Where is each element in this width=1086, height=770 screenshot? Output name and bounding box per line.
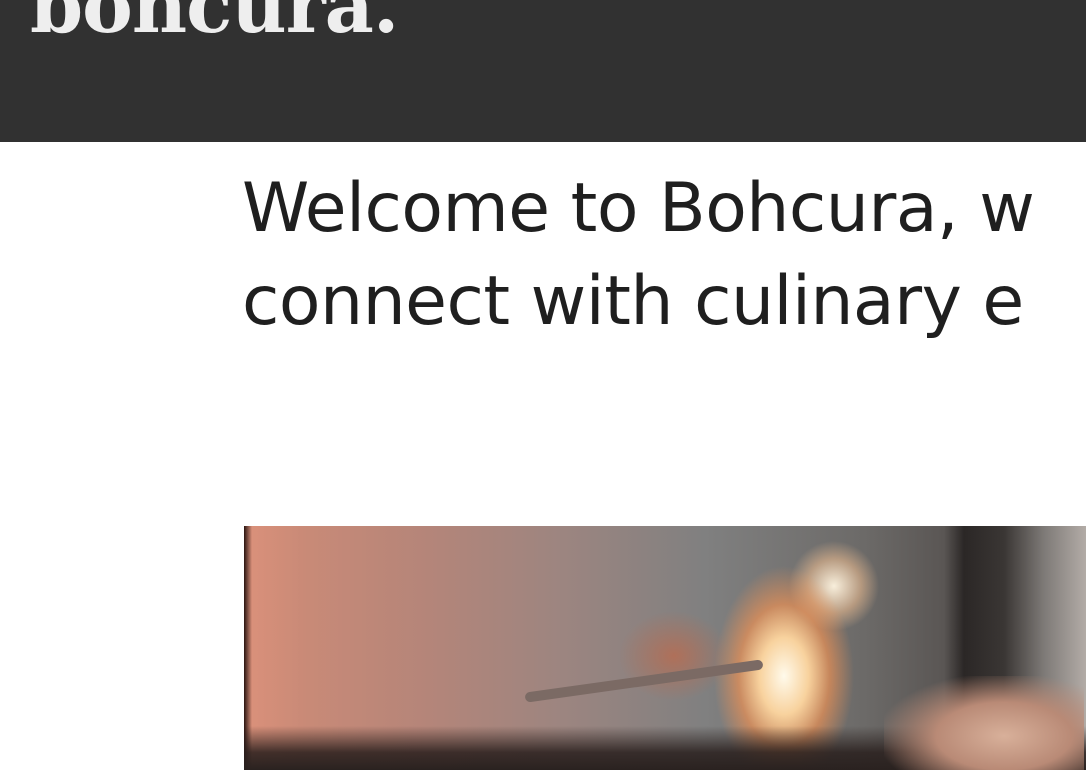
welcome-headline: Welcome to Bohcura, w connect with culin… bbox=[242, 162, 1086, 348]
headline-line-2: connect with culinary e bbox=[242, 262, 1024, 341]
main-content: Welcome to Bohcura, w connect with culin… bbox=[0, 142, 1086, 770]
hero-image-stove-shadow bbox=[244, 726, 1086, 770]
hero-image bbox=[244, 526, 1086, 770]
site-header: bohcura. bbox=[0, 0, 1086, 142]
brand-logo[interactable]: bohcura. bbox=[30, 0, 399, 44]
headline-line-1: Welcome to Bohcura, w bbox=[242, 169, 1035, 248]
